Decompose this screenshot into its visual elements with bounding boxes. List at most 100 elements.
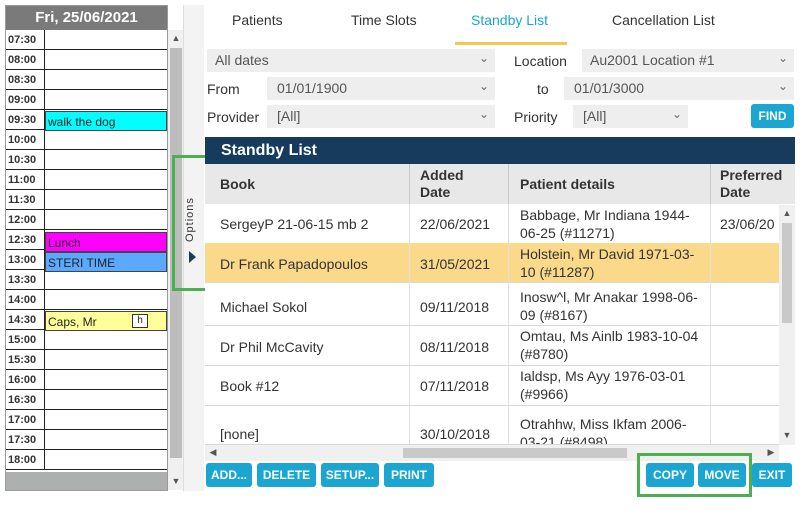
cell-divider [508,366,509,406]
scroll-left-icon[interactable]: ◀ [205,447,221,458]
cell-book: Dr Frank Papadopoulos [220,256,368,272]
cell-book: [none] [220,426,259,442]
time-slot[interactable]: 14:00 [6,290,167,310]
time-label: 13:00 [6,250,45,270]
column-header-patient-details[interactable]: Patient details [520,176,615,193]
setup-button[interactable]: SETUP... [321,463,379,487]
cell-divider [710,283,711,326]
time-slot[interactable]: 17:30 [6,430,167,450]
cell-divider [710,366,711,406]
list-vertical-scrollbar[interactable]: ▲ ▼ [779,205,795,445]
tab-patients[interactable]: Patients [232,12,283,28]
tab-cancellation-list[interactable]: Cancellation List [612,12,715,28]
time-slot[interactable]: 08:30 [6,70,167,90]
tab-standby-list[interactable]: Standby List [471,12,548,28]
scroll-down-icon[interactable]: ▼ [779,430,795,440]
time-slot[interactable]: 10:30 [6,150,167,170]
table-row-selected[interactable]: Dr Frank Papadopoulos 31/05/2021 Holstei… [205,243,779,283]
appointment-label: STERI TIME [48,256,116,270]
time-label: 13:30 [6,270,45,290]
time-slot[interactable]: 11:30 [6,190,167,210]
time-label: 14:30 [6,310,45,330]
time-slot[interactable]: 09:00 [6,90,167,110]
table-row[interactable]: Dr Phil McCavity 08/11/2018 Omtau, Ms Ai… [205,326,779,366]
time-label: 07:30 [6,30,45,50]
cell-divider [409,406,410,444]
priority-select[interactable]: [All] ⌄ [573,105,688,128]
priority-label: Priority [514,109,558,125]
chevron-down-icon: ⌄ [777,51,788,65]
to-date-select[interactable]: 01/01/3000 ⌄ [564,77,794,100]
table-row[interactable]: [none] 30/10/2018 Otrahhw, Miss Ikfam 20… [205,406,779,445]
time-slot[interactable]: 10:00 [6,130,167,150]
from-label: From [207,81,240,97]
cell-divider [409,366,410,406]
time-slot[interactable]: 07:30 [6,30,167,50]
cell-added-date: 31/05/2021 [420,256,491,272]
time-slot[interactable]: 11:00 [6,170,167,190]
cell-divider [409,283,410,326]
time-slot[interactable]: 16:30 [6,390,167,410]
time-slot[interactable]: 16:00 [6,370,167,390]
time-slot[interactable]: 15:00 [6,330,167,350]
cell-added-date: 09/11/2018 [420,299,490,315]
find-button[interactable]: FIND [751,104,794,128]
cell-divider [710,406,711,444]
time-slot[interactable]: 13:30 [6,270,167,290]
table-row[interactable]: Michael Sokol 09/11/2018 Inosw^l, Mr Ana… [205,283,779,326]
schedule-footer [6,472,167,490]
cell-added-date: 08/11/2018 [420,339,490,355]
dates-select[interactable]: All dates ⌄ [207,49,495,72]
standby-list-title: Standby List [205,137,795,164]
time-label: 09:30 [6,110,45,130]
scroll-right-icon[interactable]: ▶ [763,447,779,458]
from-date-value: 01/01/1900 [277,80,348,96]
cell-book: Dr Phil McCavity [220,339,324,355]
scroll-up-icon[interactable]: ▲ [779,208,795,218]
time-label: 12:30 [6,230,45,250]
cell-patient-details: Omtau, Ms Ainlb 1983-10-04 (#8780) [520,328,699,362]
provider-select-value: [All] [277,108,301,124]
table-header: Book Added Date Patient details Preferred… [205,164,795,204]
location-select[interactable]: Au2001 Location #1 ⌄ [582,49,794,72]
column-header-added-date[interactable]: Added Date [420,167,464,201]
appointment-lunch[interactable]: Lunch [45,232,167,252]
scrollbar-thumb[interactable] [403,448,627,458]
column-header-book[interactable]: Book [220,176,255,193]
exit-button[interactable]: EXIT [752,463,792,487]
time-slot[interactable]: 15:30 [6,350,167,370]
appointment-steri-time[interactable]: STERI TIME [45,252,167,272]
cell-divider [508,283,509,326]
scroll-up-icon[interactable]: ▲ [168,33,184,43]
print-button[interactable]: PRINT [384,463,434,487]
dates-select-value: All dates [215,52,269,68]
cell-divider [710,204,711,244]
time-label: 14:00 [6,290,45,310]
cell-added-date: 07/11/2018 [420,378,490,394]
time-slot[interactable]: 08:00 [6,50,167,70]
time-slot[interactable]: 18:00 [6,450,167,470]
tab-time-slots[interactable]: Time Slots [351,12,417,28]
add-button[interactable]: ADD... [206,463,252,487]
schedule-date-header[interactable]: Fri, 25/06/2021 [6,6,167,30]
time-slot[interactable]: 12:00 [6,210,167,230]
cell-patient-details: Holstein, Mr David 1971-03- 10 (#11287) [520,246,695,280]
day-schedule: Fri, 25/06/2021 07:30 08:00 08:30 09:00 … [5,5,168,491]
table-row[interactable]: Book #12 07/11/2018 Ialdsp, Ms Ayy 1976-… [205,366,779,406]
appointment-caps-mr[interactable]: Caps, Mr h [45,311,167,331]
chevron-down-icon: ⌄ [671,107,682,121]
scrollbar-thumb[interactable] [782,223,792,323]
column-header-preferred-date[interactable]: Preferred Date [720,167,782,201]
appointment-walk-the-dog[interactable]: walk the dog [45,111,167,131]
provider-select[interactable]: [All] ⌄ [267,105,495,128]
time-slot[interactable]: 17:00 [6,410,167,430]
time-label: 08:30 [6,70,45,90]
delete-button[interactable]: DELETE [257,463,316,487]
cell-divider [409,243,410,283]
cell-divider [409,326,410,366]
cell-divider [409,204,410,244]
cell-added-date: 22/06/2021 [420,216,491,232]
from-date-select[interactable]: 01/01/1900 ⌄ [267,77,495,100]
scroll-down-icon[interactable]: ▼ [168,476,184,486]
table-row[interactable]: SergeyP 21-06-15 mb 2 22/06/2021 Babbage… [205,204,779,244]
